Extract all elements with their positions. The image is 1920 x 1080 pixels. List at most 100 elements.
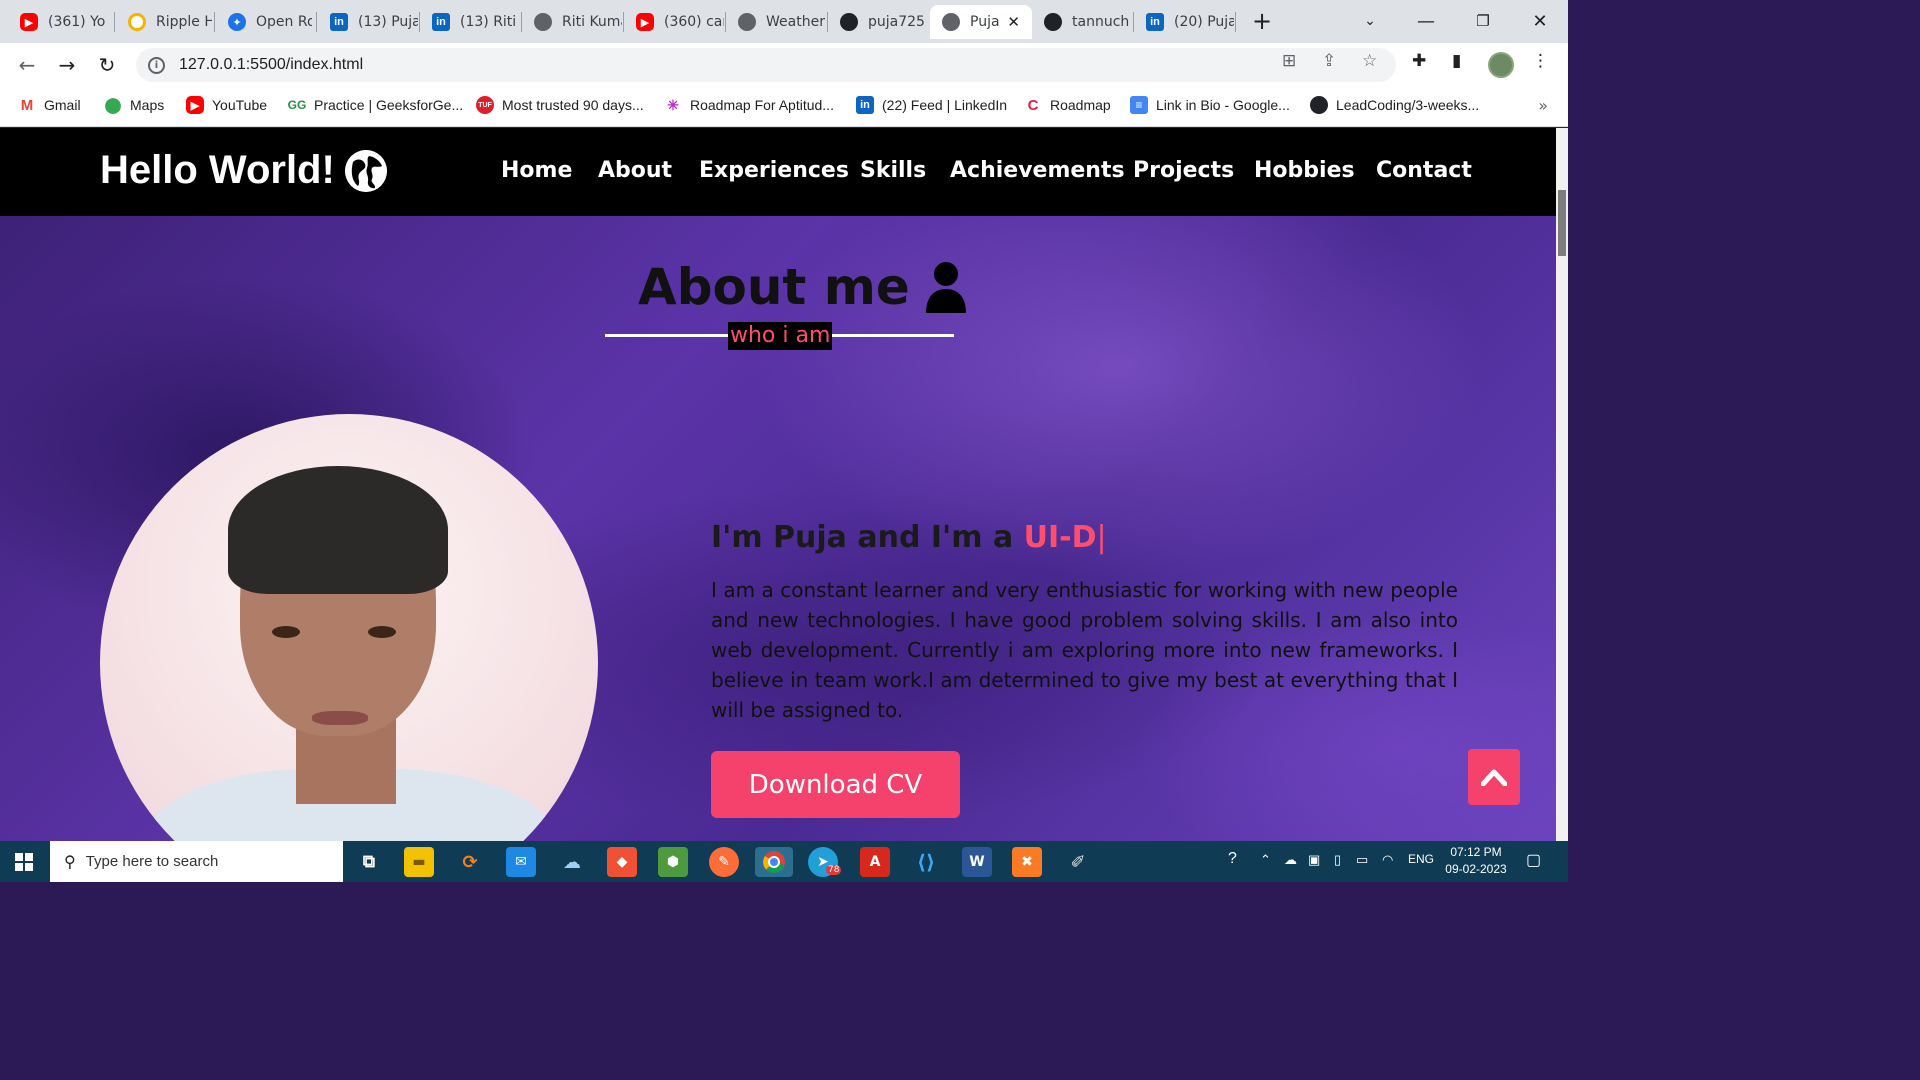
side-panel-icon[interactable]: ▮ bbox=[1452, 51, 1461, 71]
bookmark-tuf[interactable]: TUF Most trusted 90 days... bbox=[476, 96, 644, 114]
linkedin-icon: in bbox=[330, 13, 348, 31]
bookmark-linkedin-feed[interactable]: in (22) Feed | LinkedIn bbox=[856, 96, 1007, 114]
extensions-icon[interactable]: ✚ bbox=[1412, 51, 1426, 71]
nav-hobbies[interactable]: Hobbies bbox=[1254, 158, 1355, 183]
brand-text: Hello World! bbox=[100, 148, 335, 192]
address-bar[interactable]: i 127.0.0.1:5500/index.html bbox=[136, 48, 1396, 82]
paint-icon[interactable]: ✐ bbox=[1063, 847, 1093, 877]
download-cv-button[interactable]: Download CV bbox=[711, 751, 960, 818]
clock[interactable]: 07:12 PM 09-02-2023 bbox=[1436, 844, 1516, 878]
openroad-icon: ✦ bbox=[228, 13, 246, 31]
close-window-icon[interactable]: ✕ bbox=[1520, 6, 1560, 36]
postman-icon[interactable]: ✎ bbox=[709, 847, 739, 877]
bookmark-link-in-bio[interactable]: ≡ Link in Bio - Google... bbox=[1130, 96, 1290, 114]
youtube-icon: ▶ bbox=[186, 96, 204, 114]
tuf-icon: TUF bbox=[476, 96, 494, 114]
nav-contact[interactable]: Contact bbox=[1376, 158, 1472, 183]
globe-icon bbox=[738, 13, 756, 31]
tab-youtube-car[interactable]: ▶ (360) car bbox=[624, 5, 724, 39]
reload-icon[interactable]: ↻ bbox=[92, 51, 122, 79]
forward-icon[interactable]: → bbox=[52, 51, 82, 79]
tab-riti-kumari[interactable]: Riti Kumari bbox=[522, 5, 622, 39]
windows-logo-icon bbox=[15, 852, 33, 871]
share-icon[interactable]: ⇪ bbox=[1322, 51, 1336, 71]
wifi-icon[interactable]: ◠ bbox=[1382, 852, 1393, 868]
tab-ripple[interactable]: Ripple Hire bbox=[116, 5, 212, 39]
globe-icon bbox=[344, 149, 387, 192]
nav-skills[interactable]: Skills bbox=[860, 158, 926, 183]
task-view-icon[interactable]: ⧉ bbox=[354, 847, 384, 877]
xampp-icon[interactable]: ✖ bbox=[1012, 847, 1042, 877]
profile-avatar[interactable] bbox=[1488, 52, 1514, 78]
bookmark-gmail[interactable]: M Gmail bbox=[18, 96, 81, 114]
bookmark-leadcoding[interactable]: LeadCoding/3-weeks... bbox=[1310, 96, 1479, 114]
nav-projects[interactable]: Projects bbox=[1133, 158, 1234, 183]
chevron-up-icon[interactable]: ⌃ bbox=[1260, 852, 1271, 868]
onedrive-icon[interactable]: ☁ bbox=[1284, 852, 1297, 868]
tab-puja-active[interactable]: Puja ✕ bbox=[930, 5, 1032, 39]
site-navbar: Hello World! Home About Experiences Skil… bbox=[0, 128, 1556, 216]
site-info-icon[interactable]: i bbox=[148, 56, 165, 74]
telegram-badge: 78 bbox=[826, 865, 842, 875]
taskbar-search[interactable]: ⚲ Type here to search bbox=[50, 841, 343, 882]
restore-icon[interactable]: ❐ bbox=[1463, 6, 1503, 36]
tab-github-tannu[interactable]: tannuch bbox=[1032, 5, 1132, 39]
nav-home[interactable]: Home bbox=[501, 158, 572, 183]
bookmark-gfg[interactable]: GG Practice | GeeksforGe... bbox=[288, 96, 463, 114]
taskbar-search-placeholder: Type here to search bbox=[85, 853, 219, 870]
nav-experiences[interactable]: Experiences bbox=[699, 158, 849, 183]
tab-weather[interactable]: Weather bbox=[726, 5, 826, 39]
close-tab-icon[interactable]: ✕ bbox=[1007, 13, 1020, 31]
site-brand[interactable]: Hello World! bbox=[100, 148, 387, 193]
nav-about[interactable]: About bbox=[598, 158, 672, 183]
bookmark-maps[interactable]: ⬤ Maps bbox=[104, 96, 165, 114]
tab-open-road[interactable]: ✦ Open Road bbox=[216, 5, 312, 39]
nav-achievements[interactable]: Achievements bbox=[950, 158, 1125, 183]
device-icon[interactable]: ▯ bbox=[1334, 852, 1341, 868]
file-explorer-icon[interactable]: ▬ bbox=[404, 847, 434, 877]
more-bookmarks-button[interactable]: » bbox=[1538, 96, 1548, 115]
sync-icon[interactable]: ⟳ bbox=[455, 847, 485, 877]
node-icon[interactable]: ⬢ bbox=[658, 847, 688, 877]
bookmarks-bar: M Gmail ⬤ Maps ▶ YouTube GG Practice | G… bbox=[0, 87, 1568, 127]
minimize-icon[interactable]: — bbox=[1406, 6, 1446, 36]
translate-icon[interactable]: ⊞ bbox=[1282, 51, 1296, 71]
tab-youtube[interactable]: ▶ (361) YouTube bbox=[8, 5, 106, 39]
git-icon[interactable]: ◆ bbox=[607, 847, 637, 877]
back-icon[interactable]: ← bbox=[12, 51, 42, 79]
cloud-icon[interactable]: ☁ bbox=[557, 847, 587, 877]
url-text[interactable]: 127.0.0.1:5500/index.html bbox=[179, 56, 363, 74]
vscode-icon[interactable]: ⟨⟩ bbox=[911, 847, 941, 877]
tab-linkedin-puja[interactable]: in (13) Puja | LinkedIn bbox=[318, 5, 418, 39]
menu-kebab-icon[interactable]: ⋮ bbox=[1532, 51, 1549, 71]
tab-linkedin-20[interactable]: in (20) Puja bbox=[1134, 5, 1234, 39]
bookmark-roadmap[interactable]: C Roadmap bbox=[1024, 96, 1111, 114]
scrollbar-thumb[interactable] bbox=[1558, 190, 1566, 256]
meet-icon[interactable]: ▣ bbox=[1308, 852, 1320, 868]
user-icon bbox=[924, 261, 968, 313]
bookmark-youtube[interactable]: ▶ YouTube bbox=[186, 96, 267, 114]
tab-linkedin-riti[interactable]: in (13) Riti | LinkedIn bbox=[420, 5, 520, 39]
notifications-icon[interactable]: ▢ bbox=[1526, 850, 1541, 870]
tab-github-puja[interactable]: puja725 bbox=[828, 5, 928, 39]
scroll-to-top-button[interactable] bbox=[1468, 749, 1520, 805]
bookmark-roadmap-aptitude[interactable]: ✳ Roadmap For Aptitud... bbox=[664, 96, 834, 114]
github-icon bbox=[840, 13, 858, 31]
github-icon bbox=[1044, 13, 1062, 31]
start-button[interactable] bbox=[0, 841, 48, 882]
page-scrollbar[interactable] bbox=[1556, 128, 1568, 841]
help-icon[interactable]: ? bbox=[1228, 850, 1237, 868]
chrome-icon[interactable] bbox=[755, 847, 793, 877]
tab-search-icon[interactable]: ⌄ bbox=[1350, 6, 1390, 36]
word-icon[interactable]: W bbox=[962, 847, 992, 877]
new-tab-button[interactable]: + bbox=[1242, 6, 1282, 36]
windows-taskbar: ⚲ Type here to search ⧉ ▬ ⟳ ✉ ☁ ◆ ⬢ ✎ ➤ … bbox=[0, 841, 1568, 882]
mail-icon[interactable]: ✉ bbox=[506, 847, 536, 877]
about-heading: About me bbox=[638, 258, 968, 316]
bookmark-star-icon[interactable]: ☆ bbox=[1362, 51, 1377, 71]
acrobat-icon[interactable]: A bbox=[860, 847, 890, 877]
language-indicator[interactable]: ENG bbox=[1408, 852, 1434, 866]
roadmap-icon: ✳ bbox=[667, 96, 679, 113]
typing-cursor: | bbox=[1096, 520, 1107, 555]
battery-icon[interactable]: ▭ bbox=[1356, 852, 1368, 868]
